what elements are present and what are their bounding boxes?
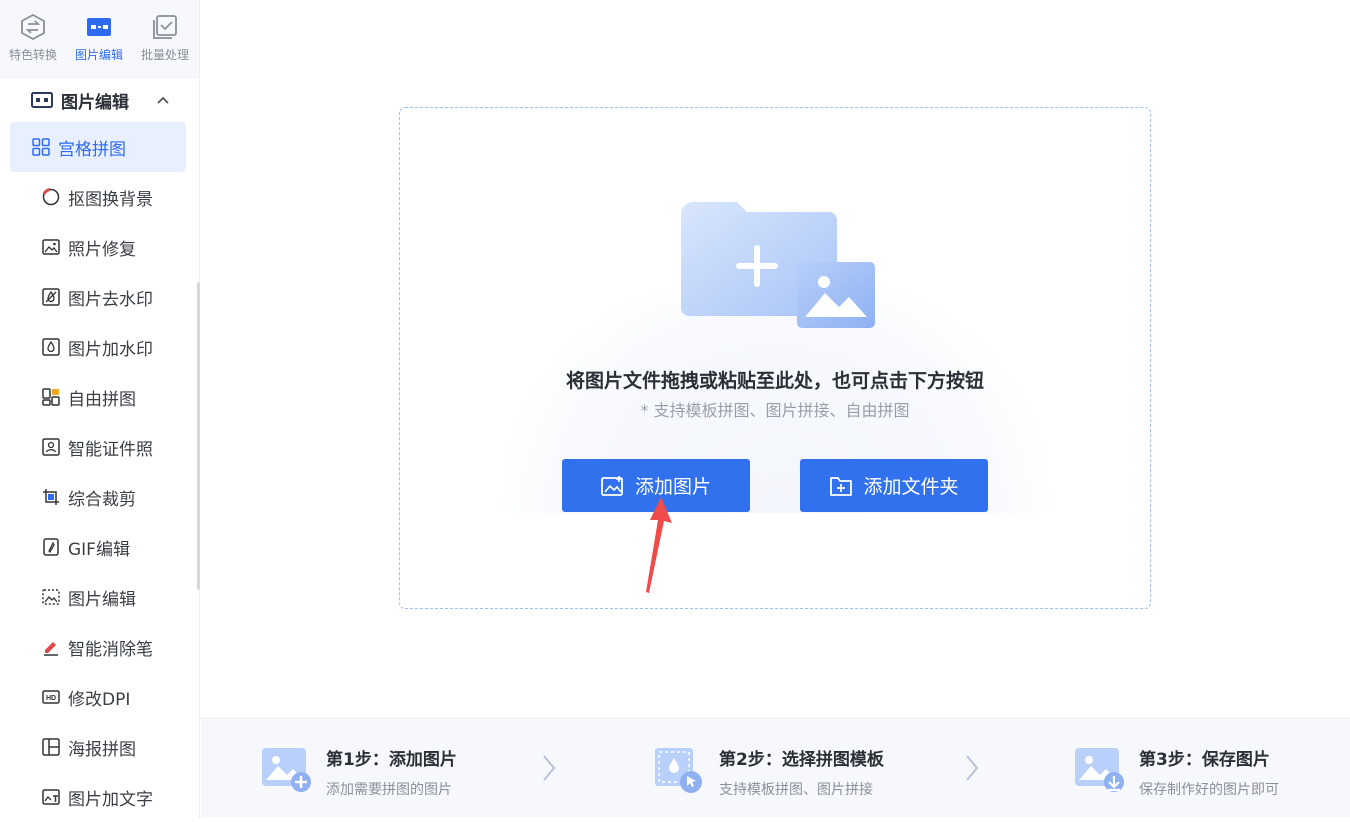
feature-menu: 宫格拼图 抠图换背景 照片修复 图片去水印 图片加水印 自由拼图 智能证件照 综… [0, 122, 199, 822]
image-text-icon [42, 788, 60, 806]
step-desc: 保存制作好的图片即可 [1139, 782, 1279, 798]
menu-item-crop[interactable]: 综合裁剪 [10, 472, 186, 522]
menu-item-label: 智能证件照 [68, 439, 153, 460]
step-title: 第1步：添加图片 [326, 750, 457, 770]
section-image-edit[interactable]: 图片编辑 [0, 78, 199, 122]
photo-repair-icon [42, 238, 60, 256]
step-1: 第1步：添加图片 添加需要拼图的图片 [260, 744, 457, 799]
template-step-icon [655, 748, 702, 793]
tab-batch[interactable]: 批量处理 [132, 0, 198, 77]
sidebar: 特色转换 图片编辑 批量处理 图片编辑 宫格拼图 抠图换背景 照片修复 图片去水… [0, 0, 200, 818]
menu-item-label: 宫格拼图 [58, 139, 126, 160]
tab-image-edit[interactable]: 图片编辑 [66, 0, 132, 77]
section-title: 图片编辑 [61, 92, 129, 113]
remove-watermark-icon [42, 288, 60, 306]
free-collage-icon [42, 388, 60, 406]
menu-item-dpi[interactable]: HD 修改DPI [10, 672, 186, 722]
menu-item-label: 修改DPI [68, 689, 131, 710]
add-image-step-icon [262, 748, 311, 792]
poster-icon [42, 738, 60, 756]
swap-icon [20, 14, 46, 40]
menu-item-grid-collage[interactable]: 宫格拼图 [10, 122, 186, 172]
gif-icon [42, 538, 60, 556]
step-desc: 添加需要拼图的图片 [326, 782, 452, 798]
top-nav: 特色转换 图片编辑 批量处理 [0, 0, 199, 78]
tab-label: 批量处理 [140, 48, 189, 62]
tab-label: 图片编辑 [74, 48, 123, 62]
menu-item-label: 图片加文字 [68, 789, 153, 810]
image-editor-icon [42, 588, 60, 606]
menu-item-remove-watermark[interactable]: 图片去水印 [10, 272, 186, 322]
menu-item-add-watermark[interactable]: 图片加水印 [10, 322, 186, 372]
steps-bar: 第1步：添加图片 添加需要拼图的图片 第2步：选择拼图模板 支持模板拼图、图片拼… [201, 718, 1350, 818]
menu-item-label: 自由拼图 [68, 389, 136, 410]
tab-special-convert[interactable]: 特色转换 [0, 0, 66, 77]
menu-item-gif-edit[interactable]: GIF编辑 [10, 522, 186, 572]
add-folder-icon [829, 475, 853, 497]
chevron-up-icon[interactable] [157, 93, 169, 107]
drop-headline: 将图片文件拖拽或粘贴至此处，也可点击下方按钮 [565, 370, 984, 392]
menu-item-label: 图片加水印 [68, 339, 153, 360]
menu-item-label: 综合裁剪 [68, 489, 136, 510]
menu-item-label: 图片编辑 [68, 589, 136, 610]
step-2: 第2步：选择拼图模板 支持模板拼图、图片拼接 [653, 744, 884, 799]
menu-item-label: 图片去水印 [68, 289, 153, 310]
batch-icon [152, 14, 178, 40]
menu-item-image-editor[interactable]: 图片编辑 [10, 572, 186, 622]
menu-item-id-photo[interactable]: 智能证件照 [10, 422, 186, 472]
menu-item-eraser-pen[interactable]: 智能消除笔 [10, 622, 186, 672]
crop-icon [42, 488, 60, 506]
add-folder-label: 添加文件夹 [863, 476, 959, 498]
image-edit-icon [86, 14, 112, 40]
menu-item-poster-collage[interactable]: 海报拼图 [10, 722, 186, 772]
menu-item-label: 照片修复 [68, 239, 136, 260]
step-title: 第2步：选择拼图模板 [719, 750, 884, 770]
drop-zone[interactable]: 将图片文件拖拽或粘贴至此处，也可点击下方按钮 * 支持模板拼图、图片拼接、自由拼… [399, 107, 1151, 609]
step-3: 第3步：保存图片 保存制作好的图片即可 [1073, 744, 1279, 799]
menu-item-free-collage[interactable]: 自由拼图 [10, 372, 186, 422]
eraser-pen-icon [42, 638, 60, 656]
menu-item-label: 智能消除笔 [68, 639, 153, 660]
folder-image-illustration [681, 202, 875, 328]
add-folder-button[interactable]: 添加文件夹 [800, 459, 988, 512]
add-watermark-icon [42, 338, 60, 356]
menu-item-photo-repair[interactable]: 照片修复 [10, 222, 186, 272]
menu-item-label: GIF编辑 [68, 539, 130, 560]
menu-item-image-text[interactable]: 图片加文字 [10, 772, 186, 822]
menu-item-label: 抠图换背景 [68, 189, 153, 210]
drop-subtext: * 支持模板拼图、图片拼接、自由拼图 [640, 401, 910, 420]
cutout-icon [42, 188, 60, 206]
step-title: 第3步：保存图片 [1139, 750, 1270, 770]
add-image-icon [601, 475, 625, 497]
id-photo-icon [42, 438, 60, 456]
hd-icon: HD [42, 688, 60, 706]
image-edit-icon [31, 92, 53, 108]
chevron-right-icon [966, 755, 979, 781]
pointer-arrow-icon [646, 497, 672, 593]
sidebar-scrollbar[interactable] [197, 282, 200, 590]
svg-text:HD: HD [46, 695, 56, 702]
tab-label: 特色转换 [8, 48, 57, 62]
step-desc: 支持模板拼图、图片拼接 [719, 782, 873, 798]
menu-item-cutout[interactable]: 抠图换背景 [10, 172, 186, 222]
chevron-right-icon [543, 755, 556, 781]
save-image-step-icon [1075, 748, 1124, 792]
grid-icon [32, 138, 50, 156]
menu-item-label: 海报拼图 [68, 739, 136, 760]
